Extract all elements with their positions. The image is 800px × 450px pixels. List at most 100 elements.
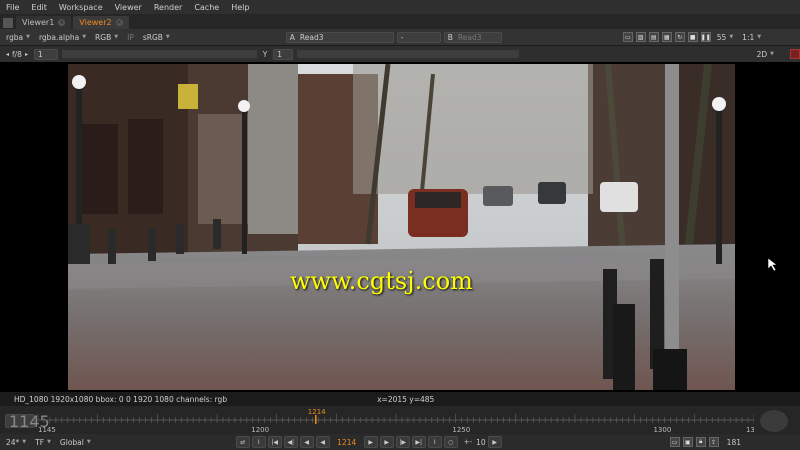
timeline-tick-label: 1145 [38, 426, 56, 434]
menu-file[interactable]: File [0, 3, 25, 12]
zoom-value: 55 [716, 32, 727, 42]
alpha-dropdown[interactable]: rgba.alpha ▼ [36, 31, 89, 43]
step-back-icon[interactable]: ◀ [299, 436, 314, 448]
timeline-tick-label: 1200 [251, 426, 269, 434]
timeline-tick-label: 1250 [452, 426, 470, 434]
gain-slider[interactable] [61, 50, 257, 58]
viewer-toolbar-top: rgba ▼ rgba.alpha ▼ RGB ▼ IP sRGB ▼ A Read3 -… [0, 29, 800, 45]
step-plus-minus-icon[interactable]: +- [464, 438, 472, 446]
menu-workspace[interactable]: Workspace [53, 3, 109, 12]
close-icon[interactable]: × [115, 19, 123, 26]
roi-icon[interactable]: ▭ [622, 32, 633, 42]
in-point-field[interactable]: 1145 [5, 412, 50, 431]
monitor-icon[interactable]: ▭ [669, 437, 680, 447]
viewer-info-bar: HD_1080 1920x1080 bbox: 0 0 1920 1080 ch… [0, 392, 800, 406]
flipbook-icon[interactable]: ▣ [682, 437, 693, 447]
step-forward-icon[interactable]: ▶ [379, 436, 394, 448]
mouse-cursor-icon [768, 258, 778, 272]
street-scene-image [68, 64, 735, 390]
timeline-tick-label: 1300 [653, 426, 671, 434]
gamma-field[interactable]: 1 [273, 48, 294, 60]
zoom-dropdown[interactable]: 55 ▼ [714, 31, 736, 43]
clipping-icon[interactable]: ▤ [648, 32, 659, 42]
timeline-ruler[interactable]: 1145 1200 1250 1300 1323 1214 [34, 406, 754, 434]
close-icon[interactable]: × [58, 19, 66, 26]
menu-help[interactable]: Help [225, 3, 255, 12]
channels-dropdown[interactable]: rgba ▼ [3, 31, 33, 43]
fps-dropdown[interactable]: 24* ▼ [3, 436, 29, 448]
current-frame-field[interactable]: 1214 [332, 438, 362, 447]
view-mode-dropdown[interactable]: 2D ▼ [754, 48, 777, 60]
timeline: 1145 1145 1200 1250 1300 1323 1214 [0, 406, 800, 434]
scope-dropdown[interactable]: Global ▼ [57, 436, 94, 448]
fstop-value: f/8 [12, 49, 22, 59]
tab-viewer1[interactable]: Viewer1 × [16, 16, 72, 29]
b-input-selector[interactable]: B Read3 [443, 31, 502, 43]
in-out-icon[interactable]: I [251, 436, 266, 448]
watermark-text: www.cgtsj.com [290, 267, 473, 295]
gain-field[interactable]: 1 [33, 48, 58, 60]
chevron-down-icon: ▼ [22, 439, 27, 445]
playback-mode-icon[interactable]: ⇄ [235, 436, 250, 448]
playhead-frame-label: 1214 [308, 408, 326, 416]
play-forward-icon[interactable]: ▶ [363, 436, 378, 448]
alpha-value: rgba.alpha [38, 32, 80, 42]
last-frame-icon[interactable]: ▶| [411, 436, 426, 448]
gamma-label: Y [260, 48, 271, 60]
b-label: B [447, 32, 453, 42]
red-record-icon[interactable] [790, 49, 800, 59]
chevron-down-icon: ▼ [26, 34, 30, 40]
play-reverse-icon[interactable]: ◀ [315, 436, 330, 448]
timeline-end-button[interactable] [760, 410, 788, 432]
display-mode-value: RGB [95, 32, 112, 42]
menu-viewer[interactable]: Viewer [109, 3, 148, 12]
wipe-value: - [400, 32, 404, 42]
tf-value: TF [35, 437, 45, 447]
next-keyframe-icon[interactable]: |▶ [395, 436, 410, 448]
first-frame-icon[interactable]: |◀ [267, 436, 282, 448]
lock-icon[interactable]: ■ [687, 32, 698, 42]
stop-icon[interactable]: ○ [443, 436, 458, 448]
a-label: A [289, 32, 295, 42]
overlay-icon[interactable]: ▦ [661, 32, 672, 42]
gamma-slider[interactable] [297, 50, 519, 58]
viewer-canvas[interactable]: www.cgtsj.com [0, 62, 800, 392]
fstop-control[interactable]: ◂ f/8 ▸ [3, 48, 31, 60]
gamma-label-text: Y [262, 49, 268, 59]
menu-edit[interactable]: Edit [25, 3, 53, 12]
menu-render[interactable]: Render [148, 3, 188, 12]
tab-bar: Viewer1 × Viewer2 × [0, 14, 800, 29]
a-input-selector[interactable]: A Read3 [285, 31, 394, 43]
step-apply-icon[interactable]: ▶ [487, 436, 502, 448]
chevron-left-icon: ◂ [6, 50, 10, 58]
out-point-icon[interactable]: I [427, 436, 442, 448]
chevron-down-icon: ▼ [47, 439, 51, 445]
gamma-value: 1 [277, 49, 283, 59]
tab-viewer2[interactable]: Viewer2 × [73, 16, 129, 29]
tab-viewer1-label: Viewer1 [22, 18, 55, 27]
wipe-mode-dropdown[interactable]: - [396, 31, 441, 43]
proxy-icon[interactable]: ▧ [635, 32, 646, 42]
scope-value: Global [59, 437, 84, 447]
pause-icon[interactable]: ❚❚ [701, 32, 711, 42]
channels-value: rgba [6, 32, 24, 42]
prev-keyframe-icon[interactable]: ◀| [283, 436, 298, 448]
tab-viewer2-label: Viewer2 [79, 18, 112, 27]
step-increment-field[interactable]: 10 [476, 438, 486, 447]
lut-dropdown[interactable]: sRGB ▼ [140, 31, 173, 43]
sync-icon[interactable]: ↻ [674, 32, 685, 42]
viewer-toolbar-bottom: ◂ f/8 ▸ 1 Y 1 2D ▼ [0, 46, 800, 62]
menu-cache[interactable]: Cache [188, 3, 225, 12]
ratio-value: 1:1 [742, 32, 755, 42]
ratio-dropdown[interactable]: 1:1 ▼ [739, 31, 764, 43]
menu-bar: File Edit Workspace Viewer Render Cache … [0, 0, 800, 14]
display-mode-dropdown[interactable]: RGB ▼ [92, 31, 121, 43]
lock-icon[interactable]: 🔒︎ [695, 437, 706, 447]
ip-label: IP [127, 32, 134, 42]
out-point-value[interactable]: 181 [727, 438, 741, 447]
ip-toggle[interactable]: IP [124, 31, 137, 43]
footage-frame [68, 64, 735, 390]
panel-menu-icon[interactable] [3, 18, 13, 28]
upload-icon[interactable]: ⇪ [708, 437, 719, 447]
tf-dropdown[interactable]: TF ▼ [32, 436, 54, 448]
